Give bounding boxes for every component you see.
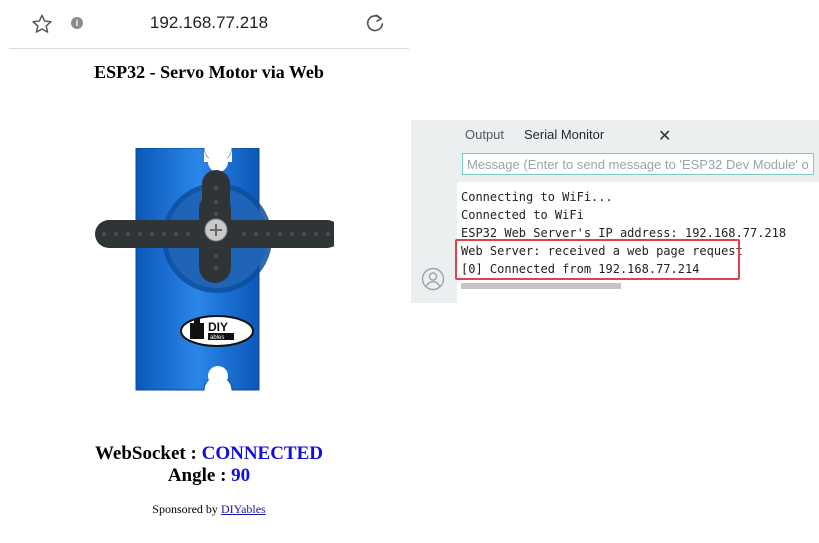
serial-line: Connected to WiFi bbox=[461, 208, 584, 222]
sponsor-link[interactable]: DIYables bbox=[221, 502, 266, 516]
page-title: ESP32 - Servo Motor via Web bbox=[94, 62, 324, 82]
sponsor-prefix: Sponsored by bbox=[152, 502, 221, 516]
star-icon[interactable] bbox=[31, 13, 53, 35]
avatar-icon[interactable] bbox=[421, 267, 445, 291]
serial-message-input[interactable] bbox=[462, 153, 814, 175]
tab-output[interactable]: Output bbox=[465, 127, 504, 142]
url-text[interactable]: 192.168.77.218 bbox=[129, 13, 289, 33]
servo-motor-image[interactable]: DIY ables bbox=[84, 148, 334, 393]
sponsor-line: Sponsored by DIYables bbox=[9, 502, 409, 517]
highlight-box bbox=[455, 239, 740, 280]
address-bar: i 192.168.77.218 bbox=[9, 0, 409, 49]
websocket-status: CONNECTED bbox=[201, 443, 323, 464]
horizontal-scrollbar[interactable] bbox=[461, 283, 621, 289]
tab-serial-monitor[interactable]: Serial Monitor bbox=[524, 127, 604, 142]
ide-tab-bar: Output Serial Monitor ✕ bbox=[457, 120, 819, 150]
servo-logo-text: DIY bbox=[208, 320, 228, 334]
angle-label: Angle : bbox=[167, 465, 232, 486]
angle-line: Angle : 90 bbox=[9, 465, 409, 487]
angle-value: 90 bbox=[231, 465, 251, 486]
reload-icon[interactable] bbox=[364, 12, 386, 34]
info-icon[interactable]: i bbox=[71, 17, 83, 29]
serial-line: Connecting to WiFi... bbox=[461, 190, 613, 204]
close-icon[interactable]: ✕ bbox=[658, 126, 671, 146]
websocket-status-line: WebSocket : CONNECTED bbox=[9, 443, 409, 465]
websocket-label: WebSocket : bbox=[94, 443, 202, 464]
browser-window: i 192.168.77.218 ESP32 - Servo Motor via… bbox=[9, 0, 409, 543]
servo-logo-subtext: ables bbox=[210, 335, 224, 341]
ide-side-gutter bbox=[411, 120, 457, 303]
